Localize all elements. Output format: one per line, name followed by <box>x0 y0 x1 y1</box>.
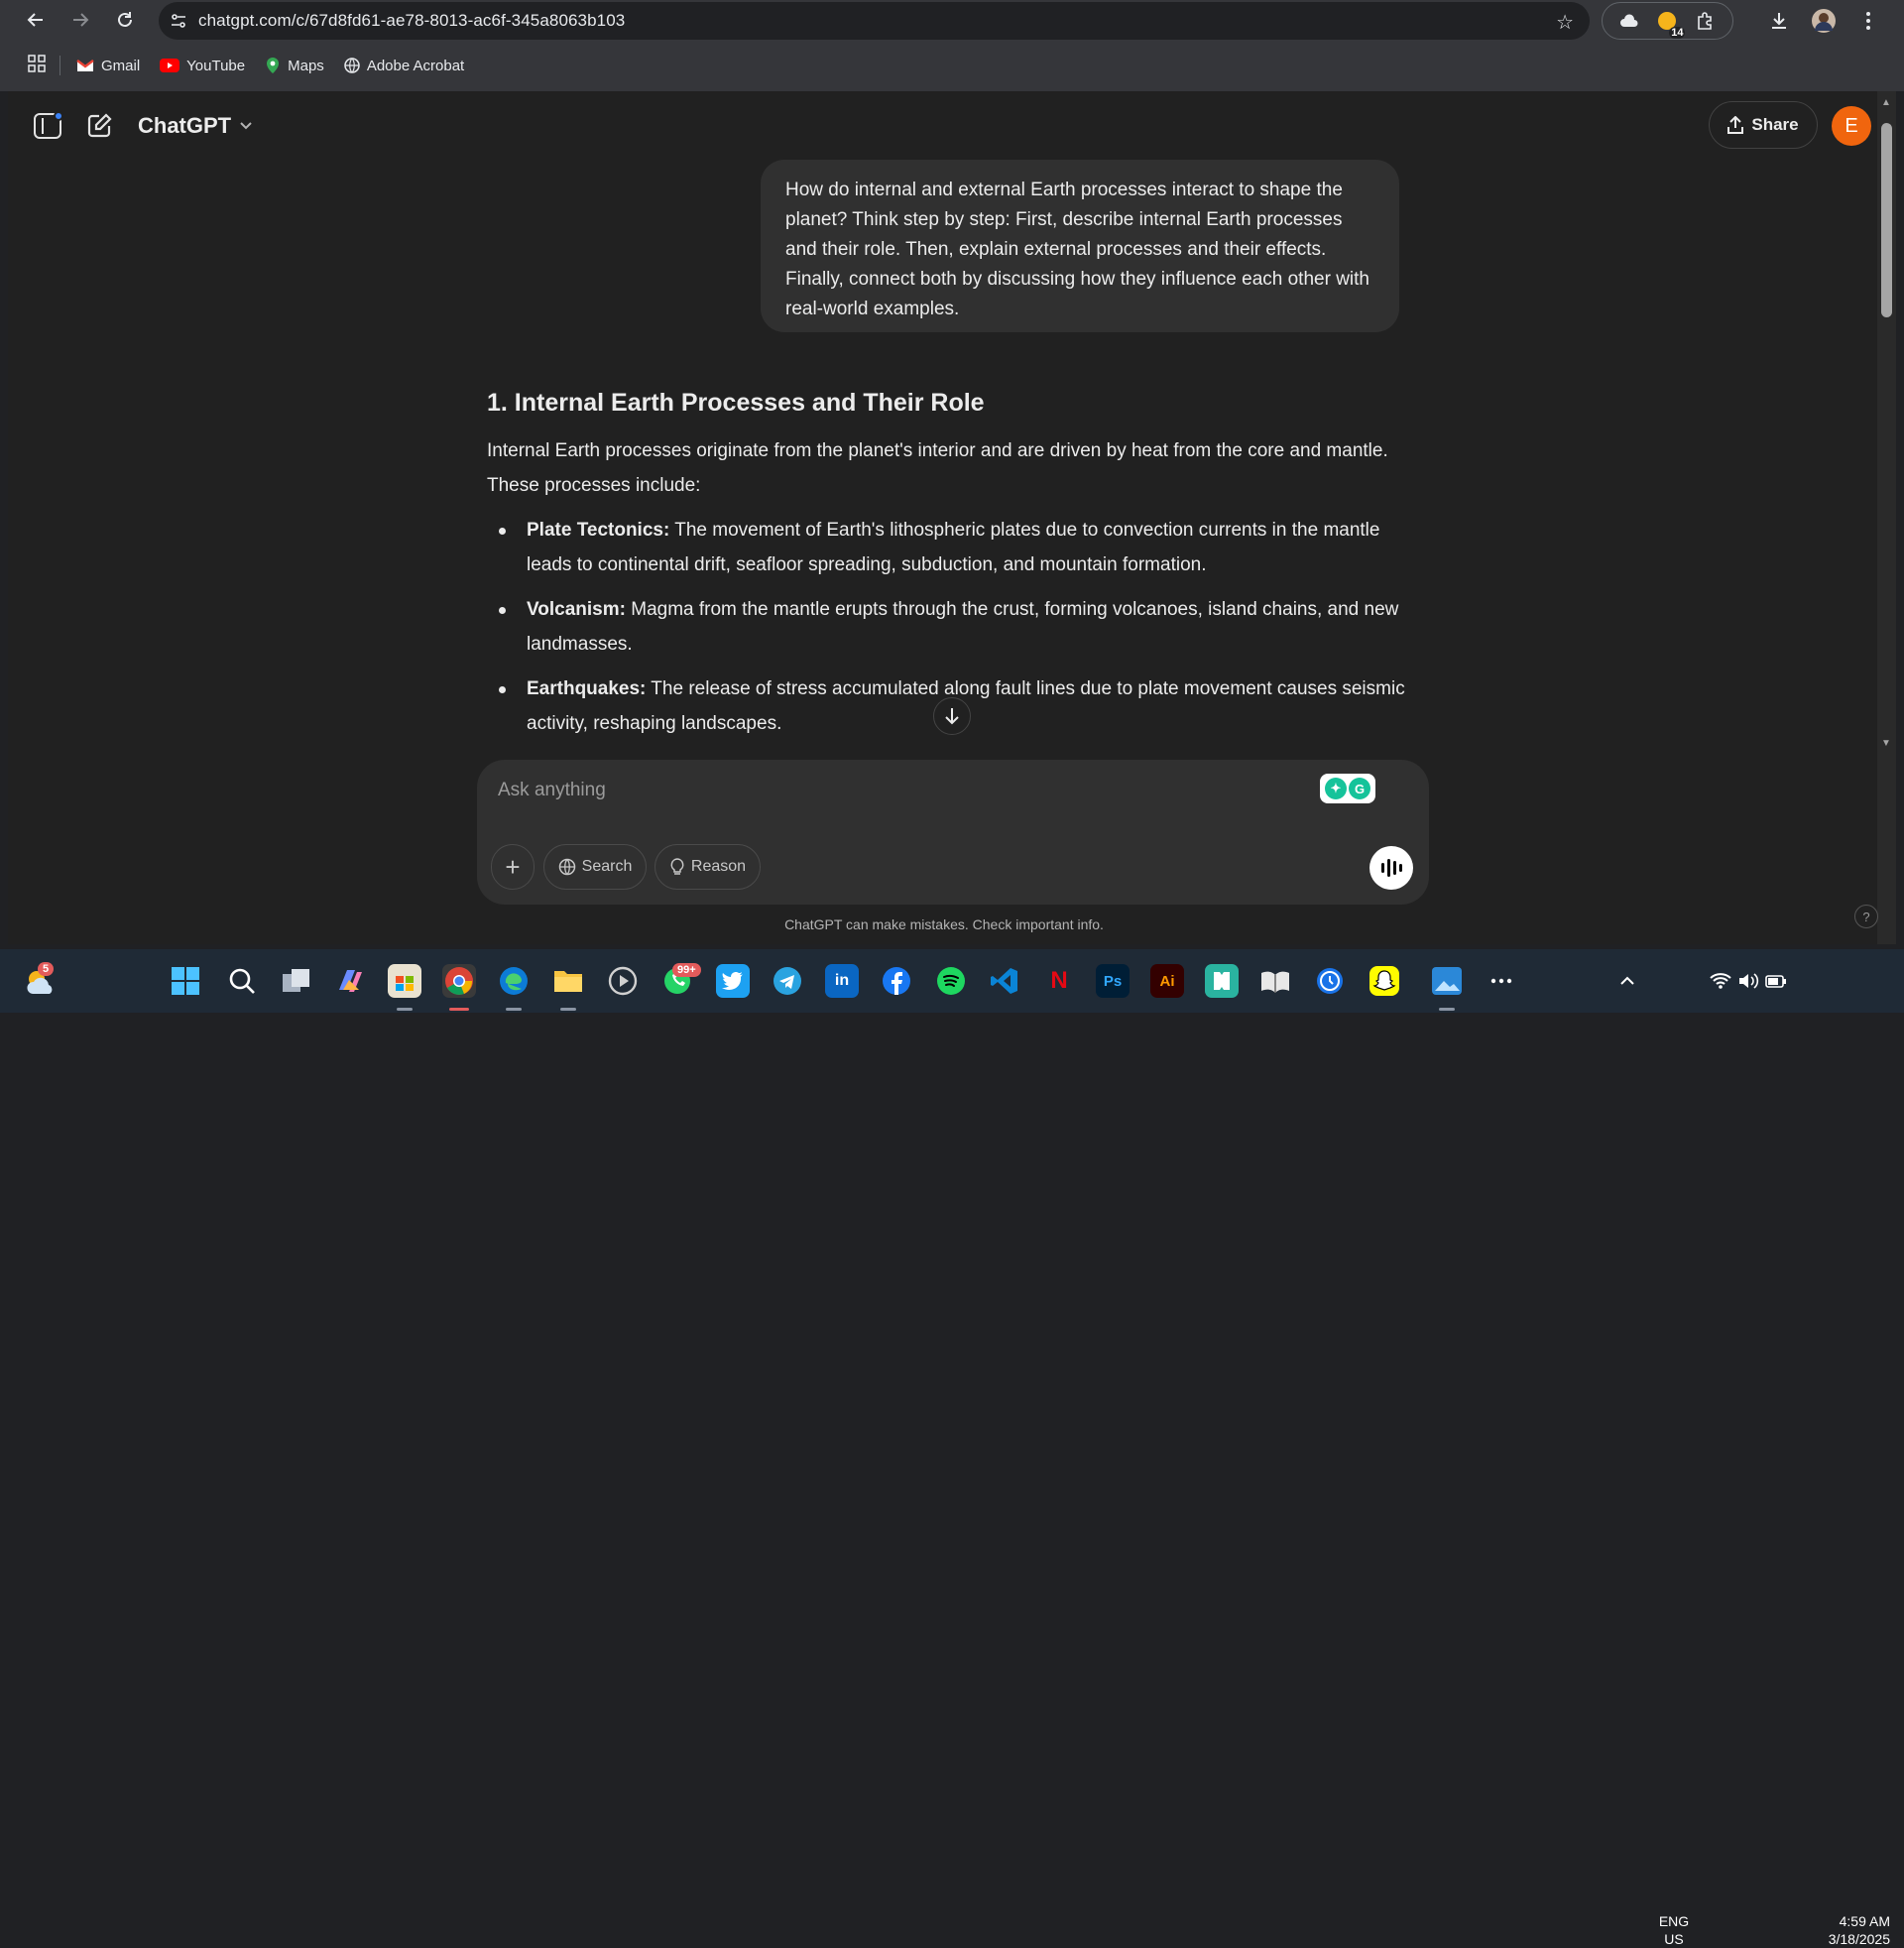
search-button[interactable]: Search <box>543 844 647 890</box>
twitter-icon[interactable] <box>716 964 750 998</box>
linkedin-icon[interactable]: in <box>825 964 859 998</box>
extension-cloud-icon[interactable] <box>1617 9 1641 33</box>
bookmark-adobe-acrobat[interactable]: Adobe Acrobat <box>344 58 464 74</box>
extensions-puzzle-icon[interactable] <box>1694 9 1718 33</box>
illustrator-icon[interactable]: Ai <box>1150 964 1184 998</box>
microsoft-store-icon[interactable] <box>388 964 421 998</box>
site-info-icon[interactable] <box>159 12 198 30</box>
snapchat-icon[interactable] <box>1368 964 1401 998</box>
share-button[interactable]: Share <box>1709 101 1818 149</box>
reload-button[interactable] <box>107 2 143 38</box>
bookmark-maps[interactable]: Maps <box>265 57 324 74</box>
scroll-down-arrow-icon[interactable]: ▼ <box>1881 738 1891 749</box>
share-icon <box>1727 116 1744 134</box>
browser-toolbar: chatgpt.com/c/67d8fd61-ae78-8013-ac6f-34… <box>0 0 1904 41</box>
page-scrollbar[interactable]: ▲ ▼ <box>1877 91 1896 944</box>
photos-app-icon[interactable] <box>1430 964 1464 998</box>
arrow-down-icon <box>945 708 959 725</box>
prompt-input[interactable]: Ask anything <box>498 780 606 801</box>
voice-mode-button[interactable] <box>1369 846 1413 890</box>
notification-dot <box>54 111 63 121</box>
scrollbar-thumb[interactable] <box>1881 123 1892 317</box>
chrome-icon[interactable] <box>442 964 476 998</box>
start-button[interactable] <box>169 964 202 998</box>
task-view-icon[interactable] <box>280 964 313 998</box>
model-name-label: ChatGPT <box>138 113 232 138</box>
bookmark-gmail[interactable]: Gmail <box>76 58 140 74</box>
window-edge <box>0 91 8 944</box>
help-button[interactable]: ? <box>1854 905 1878 928</box>
more-apps-icon[interactable] <box>1485 964 1518 998</box>
grammarly-assist-icon[interactable]: ✦ <box>1325 778 1347 799</box>
explorer-active-indicator <box>560 1008 576 1011</box>
attach-button[interactable]: + <box>491 844 535 890</box>
weather-badge: 5 <box>38 962 55 976</box>
assistant-message: 1. Internal Earth Processes and Their Ro… <box>487 382 1409 751</box>
scroll-to-bottom-button[interactable] <box>933 697 971 735</box>
bookmark-youtube[interactable]: YouTube <box>160 58 245 74</box>
netflix-icon[interactable]: N <box>1042 964 1076 998</box>
youtube-icon <box>160 59 180 72</box>
disclaimer-text: ChatGPT can make mistakes. Check importa… <box>784 916 1104 932</box>
grammarly-g-icon[interactable]: G <box>1349 778 1370 799</box>
photos-active-indicator <box>1439 1008 1455 1011</box>
extension-badge: 14 <box>1669 27 1686 39</box>
scroll-up-arrow-icon[interactable]: ▲ <box>1881 97 1891 108</box>
chrome-active-indicator <box>449 1008 469 1011</box>
answer-intro: Internal Earth processes originate from … <box>487 440 1388 496</box>
edge-icon[interactable] <box>497 964 531 998</box>
facebook-icon[interactable] <box>880 964 913 998</box>
reason-button[interactable]: Reason <box>654 844 761 890</box>
list-item: Plate Tectonics: The movement of Earth's… <box>487 513 1409 582</box>
new-chat-icon[interactable] <box>85 112 113 145</box>
bookmark-star-icon[interactable]: ☆ <box>1556 10 1574 35</box>
clock[interactable]: 4:59 AM 3/18/2025 <box>1807 1912 1890 1948</box>
model-selector[interactable]: ChatGPT <box>138 113 253 139</box>
language-indicator[interactable]: ENG US <box>1652 1912 1696 1948</box>
address-bar[interactable]: chatgpt.com/c/67d8fd61-ae78-8013-ac6f-34… <box>159 2 1590 40</box>
books-app-icon[interactable] <box>1205 964 1239 998</box>
download-icon[interactable] <box>1761 0 1797 41</box>
reading-app-icon[interactable] <box>1258 964 1292 998</box>
media-player-icon[interactable] <box>606 964 640 998</box>
quick-assist-icon[interactable] <box>1313 964 1347 998</box>
show-hidden-icons-chevron-up-icon[interactable] <box>1610 964 1644 998</box>
extension-weather-icon[interactable]: 14 <box>1655 9 1686 39</box>
browser-menu-icon[interactable] <box>1850 0 1886 41</box>
vscode-icon[interactable] <box>988 964 1021 998</box>
windows-taskbar: 5 99+ in N Ps Ai ENG US 4:59 AM 3/18/202… <box>0 949 1904 1947</box>
answer-heading: 1. Internal Earth Processes and Their Ro… <box>487 389 985 417</box>
copilot-icon[interactable] <box>333 964 367 998</box>
user-avatar[interactable]: E <box>1832 106 1871 146</box>
extensions-group: 14 <box>1602 2 1733 40</box>
lightbulb-icon <box>670 858 684 875</box>
photoshop-icon[interactable]: Ps <box>1096 964 1130 998</box>
maps-icon <box>267 58 280 73</box>
store-active-indicator <box>397 1008 413 1011</box>
globe-icon <box>558 858 575 876</box>
message-composer[interactable]: Ask anything ✦ G + Search Reason <box>477 760 1429 905</box>
battery-icon[interactable] <box>1759 964 1793 998</box>
profile-avatar[interactable] <box>1806 0 1842 41</box>
telegram-icon[interactable] <box>771 964 804 998</box>
url-text: chatgpt.com/c/67d8fd61-ae78-8013-ac6f-34… <box>198 11 626 30</box>
spotify-icon[interactable] <box>934 964 968 998</box>
user-message: How do internal and external Earth proce… <box>761 160 1399 332</box>
list-item: Volcanism: Magma from the mantle erupts … <box>487 592 1409 662</box>
search-icon[interactable] <box>225 964 259 998</box>
file-explorer-icon[interactable] <box>551 964 585 998</box>
back-button[interactable] <box>18 2 54 38</box>
forward-button[interactable] <box>62 2 98 38</box>
globe-icon <box>344 58 360 73</box>
grammarly-widget[interactable]: ✦ G <box>1320 774 1375 803</box>
edge-active-indicator <box>506 1008 522 1011</box>
gmail-icon <box>76 60 94 71</box>
whatsapp-badge: 99+ <box>672 963 701 977</box>
chevron-down-icon <box>240 122 252 130</box>
apps-grid-icon[interactable] <box>28 55 46 76</box>
bookmarks-bar: Gmail YouTube Maps Adobe Acrobat <box>0 48 1904 83</box>
